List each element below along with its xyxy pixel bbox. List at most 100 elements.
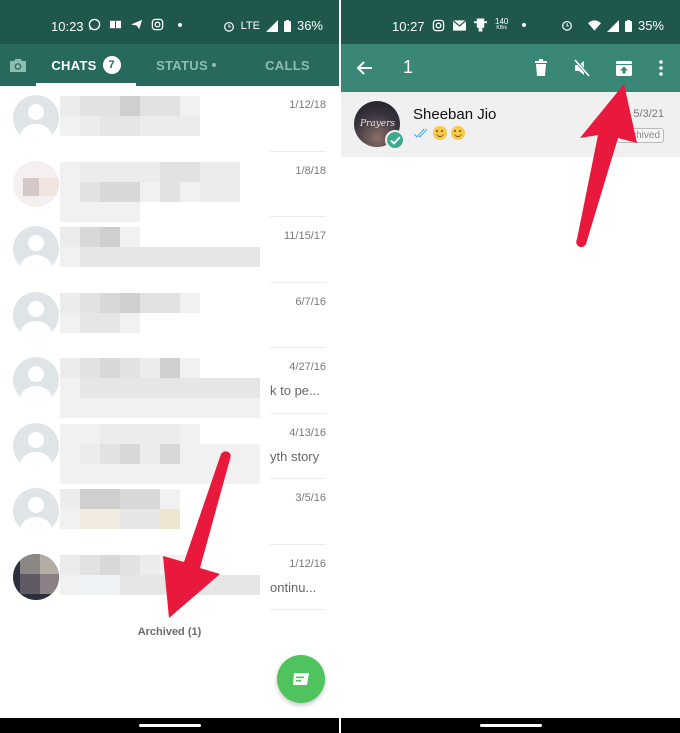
contact-avatar xyxy=(13,422,59,469)
back-arrow-icon[interactable] xyxy=(355,58,375,78)
chat-date: 4/27/16 xyxy=(289,361,326,373)
camera-icon xyxy=(10,59,26,72)
battery-icon xyxy=(283,19,291,32)
message-preview: ontinu... xyxy=(270,579,317,595)
chat-date: 6/7/16 xyxy=(295,295,326,308)
selected-chat-row[interactable]: Prayers Sheeban Jio 5/3/21 Archived xyxy=(341,92,680,157)
chat-list-item[interactable]: 4/27/16 k to pe... xyxy=(0,348,339,418)
person-head xyxy=(28,235,44,251)
chat-list: 1/12/18 1/8/18 11/15/17 6/7/16 4/27/16 k to p… xyxy=(0,86,339,610)
contact-avatar xyxy=(13,488,59,534)
row-divider xyxy=(270,609,326,610)
chat-date: 11/15/17 xyxy=(283,230,326,242)
redacted-content xyxy=(60,423,260,484)
alarm-icon xyxy=(562,20,572,31)
unread-badge: 7 xyxy=(102,56,121,74)
tab-camera[interactable] xyxy=(0,44,36,86)
chat-list-item[interactable]: 11/15/17 xyxy=(0,217,339,283)
more-notifications-dot xyxy=(522,23,527,27)
chat-date: 5/3/21 xyxy=(633,108,664,120)
battery-level: 36% xyxy=(296,18,323,33)
mute-icon[interactable] xyxy=(572,58,592,78)
status-time: 10:23 xyxy=(51,19,84,34)
home-handle[interactable] xyxy=(479,724,542,727)
delete-icon[interactable] xyxy=(531,58,551,78)
selected-count: 1 xyxy=(403,57,414,77)
chat-list-item[interactable]: 3/5/16 xyxy=(0,479,339,545)
more-notifications-dot xyxy=(178,22,182,27)
more-options-icon[interactable] xyxy=(651,58,671,78)
data-speed: 140 KB/s xyxy=(495,18,508,32)
redacted-content xyxy=(60,554,260,595)
mail-icon xyxy=(453,19,466,31)
read-ticks-icon xyxy=(413,128,428,138)
tab-chats[interactable]: CHATS 7 xyxy=(36,44,136,86)
person-head xyxy=(28,497,44,513)
redacted-content xyxy=(60,292,260,333)
chat-date: 4/13/16 xyxy=(289,426,326,439)
redacted-content xyxy=(60,227,260,267)
archived-link[interactable]: Archived (1) xyxy=(0,626,339,638)
whatsapp-icon xyxy=(88,18,101,31)
person-body xyxy=(20,124,52,141)
download-icon xyxy=(474,18,487,32)
data-speed-unit: KB/s xyxy=(496,25,507,31)
archived-badge: Archived xyxy=(617,128,664,143)
person-body xyxy=(20,320,52,338)
system-icons: LTE 36% xyxy=(223,18,323,33)
chat-list-item[interactable]: 6/7/16 xyxy=(0,283,339,348)
contact-avatar xyxy=(13,553,59,600)
network-type: LTE xyxy=(240,19,260,32)
gesture-nav-bar xyxy=(0,718,339,733)
avatar-text: Prayers xyxy=(360,119,396,129)
person-head xyxy=(28,366,44,382)
chat-date: 1/12/18 xyxy=(289,99,326,111)
chat-list-item[interactable]: 4/13/16 yth story xyxy=(0,414,339,484)
tab-calls-label: CALLS xyxy=(265,57,310,73)
person-head xyxy=(28,431,44,448)
battery-icon xyxy=(624,19,632,32)
gesture-nav-bar xyxy=(341,718,680,733)
chat-list-item[interactable]: 1/8/18 xyxy=(0,152,339,222)
person-body xyxy=(20,451,52,469)
chat-list-item[interactable]: 1/12/16 ontinu... xyxy=(0,545,339,610)
tab-chats-label: CHATS xyxy=(51,57,97,73)
chat-list-item[interactable]: 1/12/18 xyxy=(0,86,339,152)
redacted-content xyxy=(60,96,260,136)
last-message xyxy=(413,126,465,140)
contact-avatar xyxy=(13,95,59,141)
notification-icons xyxy=(88,18,182,31)
tab-bar: CHATS 7 STATUS CALLS xyxy=(0,44,339,86)
notification-icons: 140 KB/s xyxy=(432,18,527,32)
contact-avatar xyxy=(13,291,59,338)
tab-calls[interactable]: CALLS xyxy=(236,44,339,86)
chats-screen: 10:23 LTE 36% CHATS 7 STATUS CALLS 1/12/… xyxy=(0,0,339,733)
signal-icon xyxy=(606,19,619,32)
telegram-icon xyxy=(130,19,143,30)
new-chat-icon xyxy=(293,673,309,685)
alarm-icon xyxy=(223,21,234,32)
book-icon xyxy=(109,20,122,29)
status-bar: 10:27 140 KB/s 35% xyxy=(341,0,680,44)
selected-check-icon xyxy=(385,130,405,150)
person-body xyxy=(20,255,52,272)
unarchive-icon[interactable] xyxy=(614,58,634,78)
instagram-icon xyxy=(432,19,445,31)
contact-avatar xyxy=(13,357,59,403)
instagram-icon xyxy=(151,18,164,31)
message-preview: k to pe... xyxy=(270,383,320,398)
new-chat-button[interactable] xyxy=(277,655,325,703)
redacted-content xyxy=(60,358,260,418)
chat-date: 1/12/16 xyxy=(289,557,326,570)
status-update-dot xyxy=(211,63,216,67)
person-body xyxy=(20,386,52,403)
tab-status-label: STATUS xyxy=(156,57,208,73)
tab-status[interactable]: STATUS xyxy=(136,44,236,86)
contact-avatar xyxy=(13,226,59,272)
chat-date: 1/8/18 xyxy=(295,164,326,177)
wifi-icon xyxy=(587,20,601,31)
smile-emoji-icon xyxy=(451,126,465,140)
status-time: 10:27 xyxy=(392,19,425,34)
signal-icon xyxy=(265,19,278,32)
home-handle[interactable] xyxy=(138,724,201,727)
